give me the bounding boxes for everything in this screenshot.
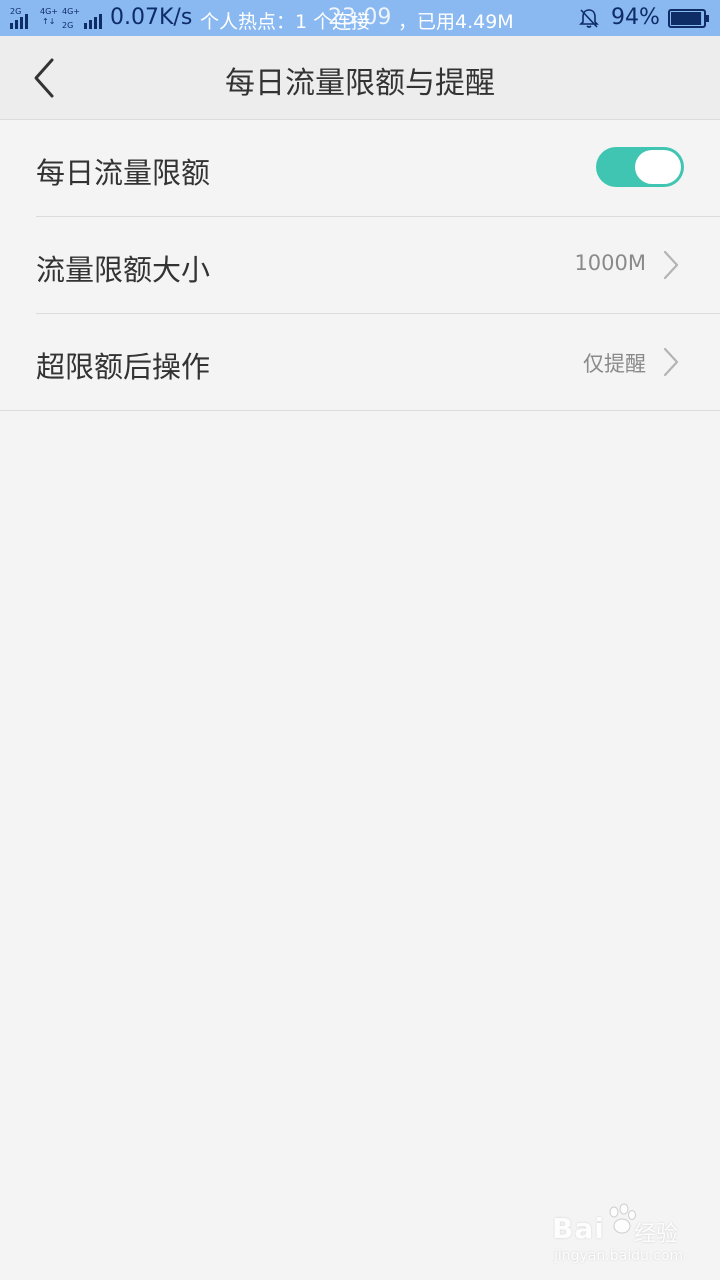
watermark-cn: 经验	[634, 1222, 679, 1247]
toggle-knob	[635, 150, 681, 184]
net-label-4g-1: 4G+	[40, 7, 58, 16]
limit-size-value: 1000M	[574, 251, 646, 275]
battery-percent: 94%	[611, 5, 660, 30]
net-label-2g: 2G	[10, 7, 21, 16]
over-limit-action-label: 超限额后操作	[36, 350, 211, 384]
signal-strength-icon: 2G 4G+ ↑↓ 4G+ 2G	[10, 7, 102, 30]
page-title: 每日流量限额与提醒	[225, 66, 495, 101]
clock: 23:09	[328, 5, 392, 30]
limit-size-row[interactable]: 流量限额大小 1000M	[36, 217, 720, 314]
settings-list: 每日流量限额 流量限额大小 1000M 超限额后操作 仅提醒	[0, 120, 720, 411]
watermark-brand: Bai	[552, 1212, 605, 1245]
chevron-right-icon	[663, 250, 679, 280]
net-label-4g-2: 4G+	[62, 7, 80, 16]
over-limit-action-value: 仅提醒	[583, 352, 646, 376]
svg-text:↑↓: ↑↓	[42, 17, 55, 26]
daily-limit-toggle[interactable]	[596, 147, 684, 187]
network-speed: 0.07K/s	[110, 5, 193, 30]
battery-icon	[668, 9, 709, 28]
net-label-2g-2: 2G	[62, 21, 73, 30]
chevron-right-icon	[663, 347, 679, 377]
over-limit-action-row[interactable]: 超限额后操作 仅提醒	[0, 314, 720, 411]
watermark-url: jingyan.baidu.com	[554, 1248, 684, 1264]
daily-limit-row: 每日流量限额	[36, 120, 720, 217]
status-bar: 2G 4G+ ↑↓ 4G+ 2G 0.07K/s 个人热点：1 个连接 23:0…	[0, 0, 720, 36]
app-header: 每日流量限额与提醒	[0, 36, 720, 120]
daily-limit-label: 每日流量限额	[36, 156, 211, 190]
bell-muted-icon	[579, 9, 599, 28]
limit-size-label: 流量限额大小	[36, 253, 211, 287]
baidu-jingyan-watermark: Bai 经验 jingyan.baidu.com	[552, 1200, 702, 1270]
data-used: ，已用4.49M	[398, 11, 514, 33]
